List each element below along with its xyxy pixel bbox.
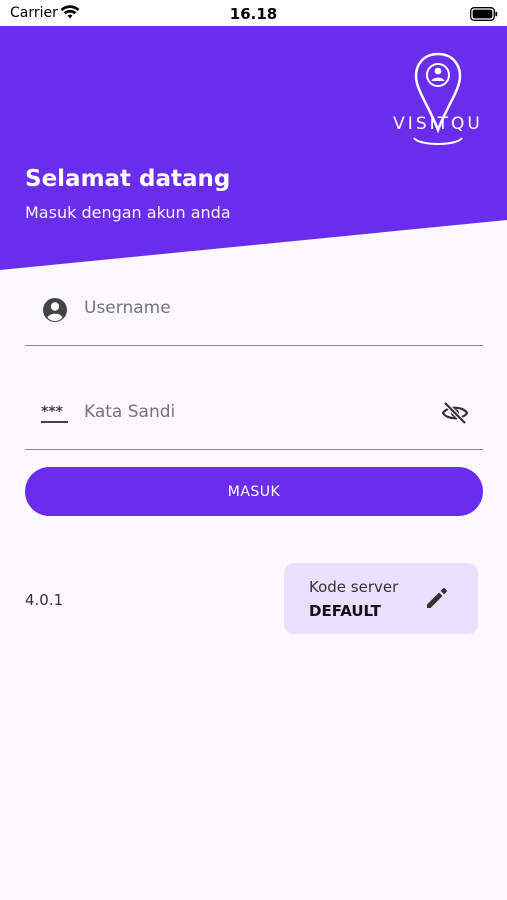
server-code-label: Kode server: [309, 578, 399, 596]
battery-icon: [470, 6, 498, 25]
username-field[interactable]: [25, 286, 483, 346]
username-input[interactable]: [84, 298, 404, 318]
header-banner: VISITQU Selamat datang Masuk dengan akun…: [0, 26, 507, 271]
pencil-icon[interactable]: [424, 585, 450, 615]
password-input[interactable]: [84, 402, 404, 422]
login-button[interactable]: MASUK: [25, 467, 483, 516]
logo-wordmark: VISITQU: [393, 114, 483, 134]
password-icon: ***: [40, 402, 70, 430]
account-circle-icon: [41, 296, 69, 328]
welcome-title: Selamat datang: [25, 166, 231, 192]
location-pin-icon: [413, 52, 463, 145]
server-code-value: DEFAULT: [309, 602, 381, 620]
eye-off-icon[interactable]: [441, 400, 469, 430]
app-logo: VISITQU: [389, 50, 487, 150]
login-screen: Carrier 16.18 VISITQU Selamat datang Mas…: [0, 0, 507, 900]
welcome-subtitle: Masuk dengan akun anda: [25, 203, 231, 222]
server-code-card[interactable]: Kode server DEFAULT: [284, 563, 478, 634]
svg-text:***: ***: [41, 404, 64, 420]
password-field[interactable]: ***: [25, 390, 483, 450]
app-version: 4.0.1: [25, 591, 64, 609]
clock: 16.18: [229, 5, 278, 23]
status-bar: Carrier 16.18: [0, 0, 507, 26]
